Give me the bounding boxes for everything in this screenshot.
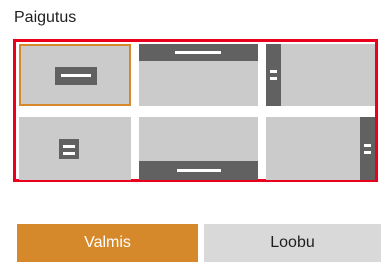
done-button[interactable]: Valmis (17, 224, 198, 262)
bottom-bar-line (177, 169, 221, 172)
top-bar-line (175, 51, 221, 54)
left-bar-icon (266, 44, 281, 106)
layout-option-bottom[interactable] (139, 117, 258, 180)
layout-option-left[interactable] (266, 44, 375, 106)
right-bar-line-2 (364, 151, 371, 154)
layout-option-center[interactable] (19, 44, 131, 106)
left-bar-line-2 (270, 77, 277, 80)
center-bar-line (61, 74, 91, 77)
right-bar-icon (360, 117, 375, 180)
cancel-button[interactable]: Loobu (204, 224, 381, 262)
center-small-line-2 (63, 152, 75, 155)
left-bar-line-1 (270, 70, 277, 73)
layout-option-top[interactable] (139, 44, 258, 106)
layout-option-right[interactable] (266, 117, 375, 180)
layout-option-center-small[interactable] (19, 117, 131, 180)
center-small-bar-icon (59, 139, 79, 159)
center-small-line-1 (63, 145, 75, 148)
layout-options-grid (13, 39, 378, 182)
layout-title: Paigutus (14, 9, 77, 26)
right-bar-line-1 (364, 144, 371, 147)
